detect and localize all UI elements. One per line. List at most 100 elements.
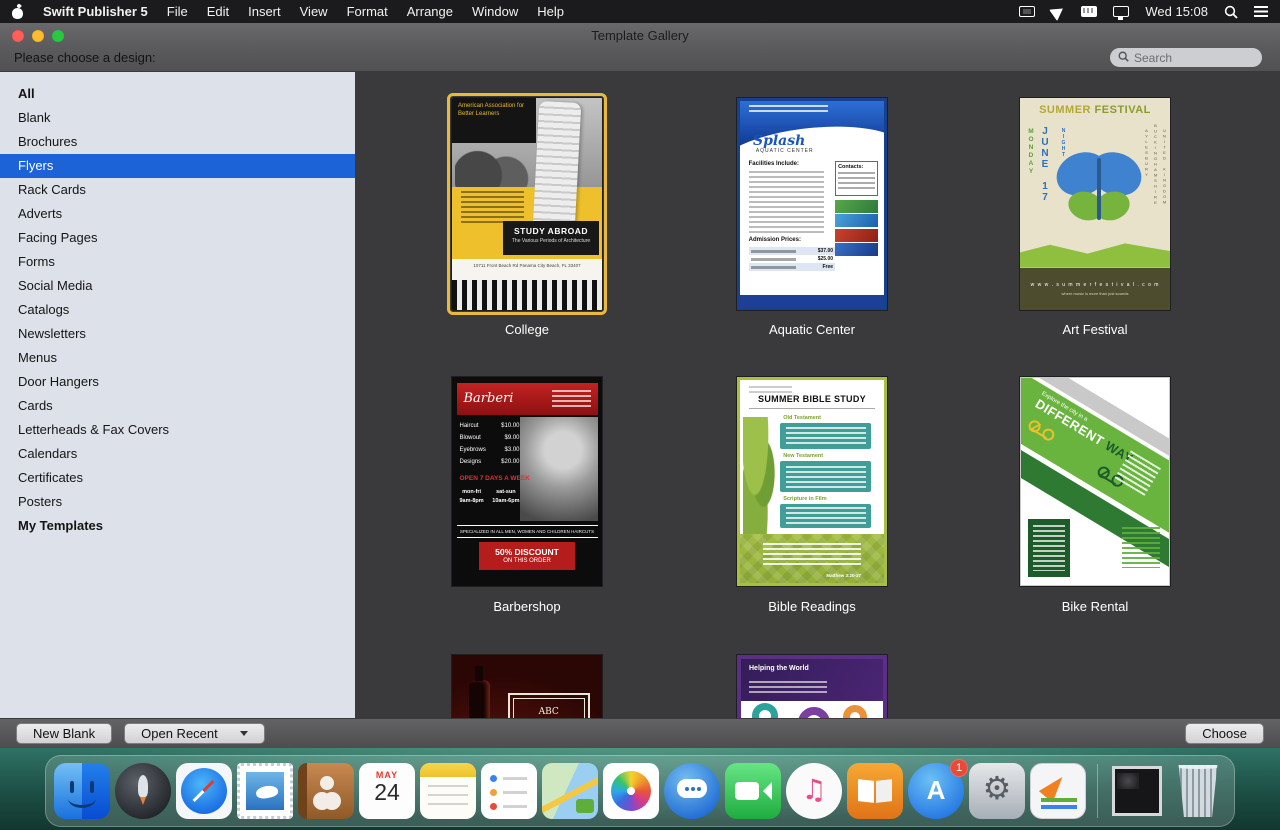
sidebar-item-facing-pages[interactable]: Facing Pages [0,226,355,250]
dock-system-preferences-icon[interactable] [969,763,1025,819]
sidebar-item-rack-cards[interactable]: Rack Cards [0,178,355,202]
service-price: $9.00 [504,435,519,441]
template-college[interactable]: American Association for Better Learners… [452,98,602,310]
notification-center-icon[interactable] [1254,6,1268,17]
menu-view[interactable]: View [300,4,328,19]
dock-photos-icon[interactable] [603,763,659,819]
menu-insert[interactable]: Insert [248,4,281,19]
aquatic-admission-heading: Admission Prices: [749,237,801,243]
display-menu-icon[interactable] [1113,6,1129,17]
dock-mail-stamp-icon[interactable] [237,763,293,819]
sidebar-item-letterheads[interactable]: Letterheads & Fax Covers [0,418,355,442]
dock-itunes-icon[interactable] [786,763,842,819]
apple-menu-icon[interactable] [12,5,24,19]
menu-bar-clock[interactable]: Wed 15:08 [1145,4,1208,19]
menu-window[interactable]: Window [472,4,518,19]
title-bar: Template Gallery [0,23,1280,48]
desktop-wallpaper: MAY 24 1 [0,748,1280,830]
template-label-art-festival: Art Festival [1020,322,1170,337]
sidebar-item-my-templates[interactable]: My Templates [0,514,355,538]
aquatic-facilities-heading: Facilities Include: [749,161,799,167]
sidebar-item-calendars[interactable]: Calendars [0,442,355,466]
service-row: Blowout $9.00 [460,435,520,441]
aquatic-contacts-lines [838,172,875,192]
menu-help[interactable]: Help [537,4,564,19]
aquatic-subtitle: AQUATIC CENTER [756,148,814,154]
remote-pointer-icon[interactable] [1049,2,1067,20]
college-stripe-art [452,280,602,310]
aquatic-photo-3 [835,229,878,242]
template-barbershop[interactable]: Barberi Haircut$10.00 Blowout$9.00 Eyebr… [452,377,602,586]
sidebar-item-all[interactable]: All [0,82,355,106]
dock-contacts-icon[interactable] [298,763,354,819]
dock-maps-icon[interactable] [542,763,598,819]
catering-frame: ABC Catering Services [508,693,591,718]
dock-appstore-icon[interactable]: 1 [908,763,964,819]
dock-calendar-icon[interactable]: MAY 24 [359,763,415,819]
dock-notes-icon[interactable] [420,763,476,819]
sidebar-item-blank[interactable]: Blank [0,106,355,130]
price-row: $37.00 [749,247,835,255]
dock-books-icon[interactable] [847,763,903,819]
bible-section-1: Old Testament [783,415,821,421]
dock-facetime-icon[interactable] [725,763,781,819]
dock-launchpad-icon[interactable] [115,763,171,819]
dock-messages-icon[interactable] [664,763,720,819]
template-label-college: College [452,322,602,337]
search-field[interactable] [1110,48,1262,67]
aquatic-photo-4 [835,243,878,256]
sidebar-item-menus[interactable]: Menus [0,346,355,370]
gallery-toolbar: Please choose a design: [0,48,1280,72]
template-aquatic-center[interactable]: Splash AQUATIC CENTER Facilities Include… [737,98,887,310]
service-label: Blowout [460,435,481,441]
service-label: Designs [460,459,482,465]
sidebar-item-brochures[interactable]: Brochures [0,130,355,154]
template-label-aquatic: Aquatic Center [737,322,887,337]
aquatic-header: Splash AQUATIC CENTER [740,101,884,157]
sidebar-item-posters[interactable]: Posters [0,490,355,514]
sidebar-item-catalogs[interactable]: Catalogs [0,298,355,322]
menu-edit[interactable]: Edit [207,4,229,19]
calendar-day: 24 [359,781,415,804]
airplay-display-icon[interactable] [1019,6,1035,17]
app-menu-title[interactable]: Swift Publisher 5 [43,4,148,19]
menu-format[interactable]: Format [347,4,388,19]
dock-safari-icon[interactable] [176,763,232,819]
ring-art-purple [798,707,830,718]
template-catering[interactable]: ABC Catering Services [452,655,602,718]
dock-reminders-icon[interactable] [481,763,537,819]
template-helping-world[interactable]: Helping the World [737,655,887,718]
sidebar-item-door-hangers[interactable]: Door Hangers [0,370,355,394]
new-blank-button[interactable]: New Blank [16,723,112,744]
search-input[interactable] [1134,51,1254,65]
dock-finder-icon[interactable] [54,763,110,819]
college-subhead: The Various Periods of Architecture [503,238,599,245]
barber-logo-band: Barberi [457,383,598,414]
price-row: $25.00 [749,255,835,263]
template-art-festival[interactable]: SUMMER FESTIVAL MONDAY JUNE 17 NIGHT CLU… [1020,98,1170,310]
dock-trash-icon[interactable] [1170,763,1226,819]
aquatic-contacts-box: Contacts: [835,161,878,196]
choose-button[interactable]: Choose [1185,723,1264,744]
sidebar-item-social-media[interactable]: Social Media [0,274,355,298]
window-title: Template Gallery [0,28,1280,43]
aquatic-price-table: $37.00 $25.00 Free [749,247,835,271]
sidebar-item-forms[interactable]: Forms [0,250,355,274]
template-bible-readings[interactable]: SUMMER BIBLE STUDY Old Testament New Tes… [737,377,887,586]
sidebar-item-certificates[interactable]: Certificates [0,466,355,490]
dock-picture-file-icon[interactable] [1109,763,1165,819]
dock-swift-publisher-icon[interactable] [1030,763,1086,819]
category-sidebar: All Blank Brochures Flyers Rack Cards Ad… [0,72,355,718]
menu-arrange[interactable]: Arrange [407,4,453,19]
template-bike-rental[interactable]: 2WHEEL WONDER Explore the city in a DIFF… [1020,377,1170,586]
sidebar-item-newsletters[interactable]: Newsletters [0,322,355,346]
sidebar-item-cards[interactable]: Cards [0,394,355,418]
bible-church-lines [749,386,792,394]
spotlight-search-icon[interactable] [1224,5,1238,19]
sidebar-item-flyers[interactable]: Flyers [0,154,355,178]
bike-rates-panel [1028,519,1069,577]
sidebar-item-adverts[interactable]: Adverts [0,202,355,226]
open-recent-dropdown[interactable]: Open Recent [124,723,265,744]
menu-file[interactable]: File [167,4,188,19]
keyboard-layout-icon[interactable] [1081,6,1097,17]
